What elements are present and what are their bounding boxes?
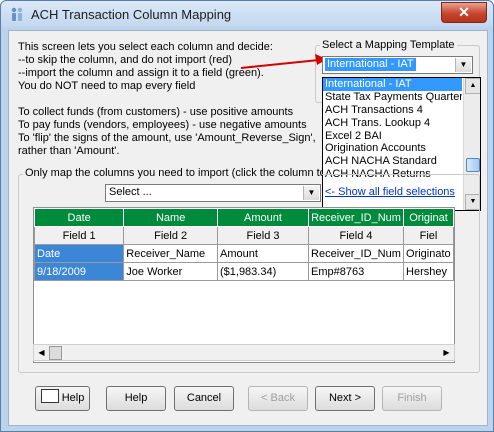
field-row: Field 1 Field 2 Field 3 Field 4 Fiel [34,226,454,245]
instruction-line: To 'flip' the signs of the amount, use '… [18,132,316,144]
table-cell[interactable]: Date [34,244,125,263]
mapping-group-label: Only map the columns you need to import … [23,167,322,179]
table-row: Date Receiver_Name Amount Receiver_ID_Nu… [34,244,454,263]
table-cell[interactable]: ($1,983.34) [216,262,310,281]
scroll-up-icon[interactable]: ▲ [465,78,480,94]
finish-button[interactable]: Finish [382,386,442,411]
column-header[interactable]: Originat [403,208,454,227]
red-arrow-icon [240,54,327,69]
template-option[interactable]: Origination Accounts [323,142,462,155]
table-cell[interactable]: Hershey [403,262,454,281]
scroll-left-icon[interactable]: ◀ [34,345,49,360]
template-option[interactable]: Excel 2 BAI [323,130,462,143]
help-icon-button[interactable]: Help [35,386,90,411]
scroll-right-icon[interactable]: ▶ [439,345,454,360]
table-cell[interactable]: Joe Worker [123,262,218,281]
table-cell[interactable]: Receiver_ID_Num [308,244,405,263]
dialog-client-area: This screen lets you select each column … [8,30,488,426]
field-cell[interactable]: Fiel [403,226,454,245]
back-button[interactable]: < Back [248,386,308,411]
grid-horizontal-scrollbar[interactable]: ◀ ▶ [33,344,455,361]
help-book-icon [40,389,59,403]
template-option[interactable]: ACH Trans. Lookup 4 [323,117,462,130]
next-button-label: Next > [328,392,362,404]
cancel-button[interactable]: Cancel [174,386,234,411]
table-cell[interactable]: Emp#8763 [308,262,405,281]
show-all-fields-link[interactable]: <- Show all field selections [325,186,455,198]
table-cell[interactable]: Receiver_Name [123,244,218,263]
template-option[interactable]: International - IAT [323,78,462,91]
template-option[interactable]: ACH NACHA Standard [323,155,462,168]
close-icon: ✕ [458,4,470,20]
table-cell[interactable]: Originato [403,244,454,263]
next-button[interactable]: Next > [315,386,375,411]
window-title: ACH Transaction Column Mapping [31,7,232,22]
column-header[interactable]: Name [123,208,218,227]
dialog-window: ACH Transaction Column Mapping ✕ This sc… [0,0,494,432]
help-icon-button-label: Help [61,392,85,404]
mapping-grid[interactable]: Date Name Amount Receiver_ID_Num Origina… [33,207,455,363]
app-icon [11,7,23,21]
table-cell[interactable]: Amount [216,244,310,263]
mapping-table: Date Name Amount Receiver_ID_Num Origina… [34,208,454,281]
instruction-line: You do NOT need to map every field [18,80,196,92]
scroll-thumb[interactable] [466,158,480,172]
help-button-label: Help [124,392,148,404]
table-cell[interactable]: 9/18/2009 [34,262,125,281]
instruction-line: To collect funds (from customers) - use … [18,106,294,118]
column-header[interactable]: Date [34,208,125,227]
field-select-combo[interactable]: Select ... ▼ [105,184,321,202]
template-group-label: Select a Mapping Template [320,39,457,51]
cancel-button-label: Cancel [186,392,222,404]
template-combo-value: International - IAT [325,58,416,71]
field-cell[interactable]: Field 2 [123,226,218,245]
chevron-down-icon[interactable]: ▼ [455,58,471,72]
finish-button-label: Finish [397,392,427,404]
field-cell[interactable]: Field 3 [216,226,310,245]
scroll-thumb[interactable] [49,346,62,360]
table-row: 9/18/2009 Joe Worker ($1,983.34) Emp#876… [34,262,454,281]
instruction-line: To pay funds (vendors, employees) - use … [18,119,307,131]
instruction-line: rather than 'Amount'. [18,145,120,157]
template-combo[interactable]: International - IAT ▼ [322,56,473,74]
back-button-label: < Back [261,392,295,404]
column-header[interactable]: Amount [216,208,310,227]
template-option[interactable]: ACH Transactions 4 [323,104,462,117]
chevron-down-icon[interactable]: ▼ [303,186,319,200]
title-bar: ACH Transaction Column Mapping ✕ [1,1,493,27]
field-select-value: Select ... [109,186,152,198]
template-option[interactable]: State Tax Payments Quarterly [323,91,462,104]
help-button[interactable]: Help [106,386,166,411]
field-cell[interactable]: Field 1 [34,226,125,245]
header-row: Date Name Amount Receiver_ID_Num Origina… [34,208,454,227]
instruction-spacer [18,93,316,106]
close-button[interactable]: ✕ [441,2,487,23]
field-cell[interactable]: Field 4 [308,226,405,245]
column-header[interactable]: Receiver_ID_Num [308,208,405,227]
